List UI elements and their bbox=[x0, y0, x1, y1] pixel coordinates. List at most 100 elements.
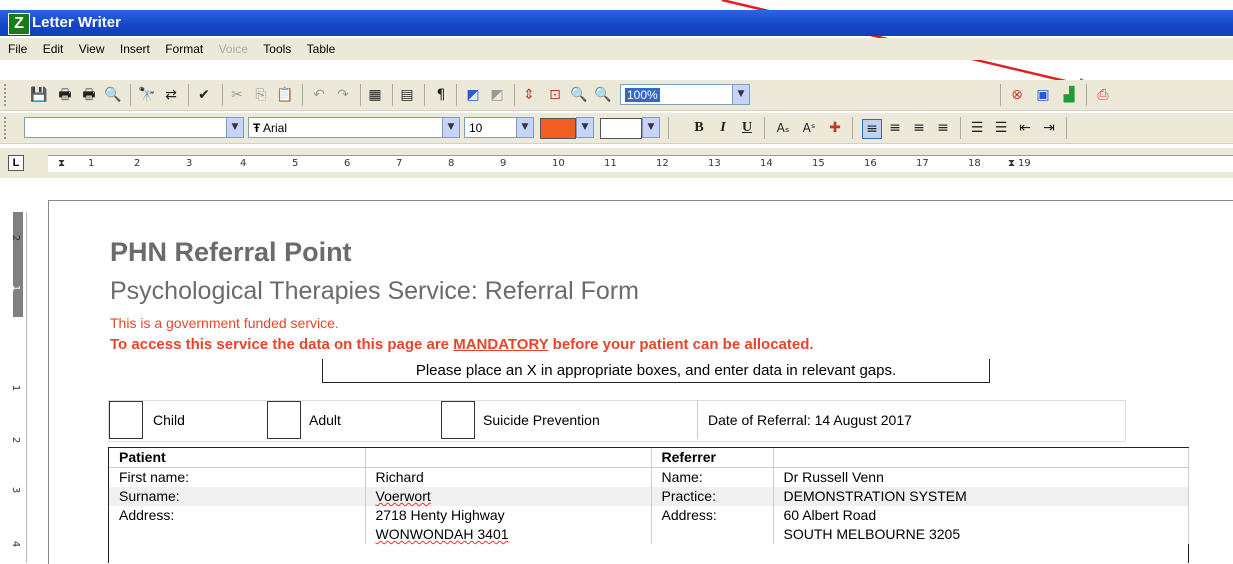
spellcheck-icon[interactable]: ✔ bbox=[195, 86, 213, 104]
highlight-icon[interactable]: ◩ bbox=[464, 86, 482, 104]
menu-format[interactable]: Format bbox=[165, 42, 203, 56]
ruler-number: 19 bbox=[1018, 158, 1031, 169]
save-icon[interactable]: 💾 bbox=[30, 86, 48, 104]
table-cell[interactable]: Voerwort bbox=[365, 487, 652, 506]
field-icon[interactable]: ▤ bbox=[398, 86, 416, 104]
zoom-out-icon[interactable]: 🔍 bbox=[594, 86, 612, 104]
menu-edit[interactable]: Edit bbox=[43, 42, 64, 56]
copy-icon[interactable]: ⎘ bbox=[252, 86, 270, 104]
patient-header: Patient bbox=[109, 448, 366, 468]
indent-marker-icon[interactable]: ⧗ bbox=[58, 158, 65, 170]
chevron-down-icon[interactable]: ▼ bbox=[442, 118, 459, 137]
toolbar-separator bbox=[764, 117, 765, 139]
print-preview-icon[interactable]: 🖶 bbox=[80, 86, 98, 104]
find-icon[interactable]: 🔭 bbox=[138, 86, 156, 104]
menu-table[interactable]: Table bbox=[307, 42, 336, 56]
ruler-strip: ⧗ 1 2 3 4 5 6 7 8 9 10 11 12 13 14 15 16… bbox=[48, 155, 1233, 172]
border-color-swatch[interactable] bbox=[600, 118, 642, 139]
checkbox-label: Suicide Prevention bbox=[483, 412, 600, 428]
ruler-number: 10 bbox=[552, 158, 565, 169]
formatting-toolbar: ▼ Ŧ Arial ▼ 10 ▼ ▼ ▼ B I U Aₛ Aˢ ✚ ≡ ≡ ≡… bbox=[0, 113, 1233, 144]
decrease-indent-icon[interactable]: ⇤ bbox=[1016, 119, 1034, 137]
table-cell bbox=[365, 448, 652, 468]
category-row: Child Adult Suicide Prevention Date of R… bbox=[108, 400, 1126, 442]
align-left-icon[interactable]: ≡ bbox=[862, 119, 882, 139]
table-cell[interactable]: DEMONSTRATION SYSTEM bbox=[773, 487, 1189, 506]
style-combo[interactable]: ▼ bbox=[24, 117, 244, 138]
contact-card-icon[interactable]: ▣ bbox=[1034, 86, 1052, 104]
menu-tools[interactable]: Tools bbox=[263, 42, 291, 56]
chevron-down-icon[interactable]: ▼ bbox=[226, 118, 243, 137]
date-of-referral[interactable]: Date of Referral: 14 August 2017 bbox=[697, 401, 1124, 439]
toolbar-grip[interactable] bbox=[4, 117, 9, 139]
table-cell[interactable]: Dr Russell Venn bbox=[773, 467, 1189, 487]
subscript-button[interactable]: Aₛ bbox=[772, 119, 794, 137]
menu-file[interactable]: File bbox=[8, 42, 27, 56]
mandatory-notice-pre: To access this service the data on this … bbox=[110, 336, 454, 353]
fit-icon[interactable]: ⊡ bbox=[546, 86, 564, 104]
table-cell[interactable]: Richard bbox=[365, 467, 652, 487]
table-cell: Address: bbox=[109, 506, 366, 544]
preview-icon[interactable]: 🔍 bbox=[104, 86, 122, 104]
ruler-number: 2 bbox=[134, 158, 141, 169]
vertical-ruler[interactable]: 2 1 1 2 3 4 bbox=[10, 212, 27, 563]
cut-icon[interactable]: ✂ bbox=[228, 86, 246, 104]
zoom-value: 100% bbox=[625, 88, 660, 102]
font-size-combo[interactable]: 10 ▼ bbox=[464, 117, 534, 138]
italic-button[interactable]: I bbox=[714, 119, 732, 137]
toolbar-separator bbox=[188, 84, 189, 106]
bold-button[interactable]: B bbox=[690, 119, 708, 137]
table-icon[interactable]: ▦ bbox=[366, 86, 384, 104]
table-cell[interactable]: 2718 Henty Highway WONWONDAH 3401 bbox=[365, 506, 652, 544]
strikethrough-icon[interactable]: ✚ bbox=[826, 119, 844, 137]
text-color-dropdown[interactable]: ▼ bbox=[576, 117, 594, 138]
table-cell[interactable]: 60 Albert Road SOUTH MELBOURNE 3205 bbox=[773, 506, 1189, 544]
table-row: Surname: Voerwort Practice: DEMONSTRATIO… bbox=[109, 487, 1189, 506]
chevron-down-icon[interactable]: ▼ bbox=[576, 118, 593, 137]
paste-icon[interactable]: 📋 bbox=[276, 86, 294, 104]
align-right-icon[interactable]: ≡ bbox=[910, 119, 928, 137]
toolbar-grip[interactable] bbox=[4, 84, 9, 106]
ruler-number: 7 bbox=[396, 158, 403, 169]
font-combo[interactable]: Ŧ Arial ▼ bbox=[248, 117, 460, 138]
checkbox-suicide-prevention[interactable] bbox=[441, 401, 475, 439]
checkbox-adult[interactable] bbox=[267, 401, 301, 439]
horizontal-ruler[interactable]: L ⧗ 1 2 3 4 5 6 7 8 9 10 11 12 13 14 15 … bbox=[0, 148, 1233, 178]
justify-icon[interactable]: ≡ bbox=[934, 119, 952, 137]
pilcrow-icon[interactable]: ¶ bbox=[432, 86, 450, 104]
chevron-down-icon[interactable]: ▼ bbox=[642, 118, 659, 137]
menu-view[interactable]: View bbox=[79, 42, 105, 56]
mandatory-notice-post: before your patient can be allocated. bbox=[548, 336, 814, 353]
underline-button[interactable]: U bbox=[738, 119, 756, 137]
toolbar-separator bbox=[514, 84, 515, 106]
chevron-down-icon[interactable]: ▼ bbox=[516, 118, 533, 137]
border-color-dropdown[interactable]: ▼ bbox=[642, 117, 660, 138]
table-cell: Surname: bbox=[109, 487, 366, 506]
zoom-combo[interactable]: 100% ▼ bbox=[620, 84, 750, 105]
zoom-in-icon[interactable]: 🔍 bbox=[570, 86, 588, 104]
numbered-list-icon[interactable]: ☰ bbox=[968, 119, 986, 137]
right-indent-marker-icon[interactable]: ⧗ bbox=[1008, 158, 1015, 170]
redo-icon[interactable]: ↷ bbox=[334, 86, 352, 104]
font-value: Arial bbox=[263, 121, 288, 135]
ruler-number: 16 bbox=[864, 158, 877, 169]
menu-bar: File Edit View Insert Format Voice Tools… bbox=[0, 38, 1233, 60]
text-color-swatch[interactable] bbox=[540, 118, 576, 139]
menu-insert[interactable]: Insert bbox=[120, 42, 150, 56]
increase-indent-icon[interactable]: ⇥ bbox=[1040, 119, 1058, 137]
tab-stop-selector[interactable]: L bbox=[8, 155, 24, 171]
align-center-icon[interactable]: ≡ bbox=[886, 119, 904, 137]
replace-icon[interactable]: ⇄ bbox=[162, 86, 180, 104]
print-icon[interactable]: 🖶 bbox=[56, 86, 74, 104]
pdf-icon[interactable]: ⎙ bbox=[1094, 86, 1112, 104]
ruler-number: 6 bbox=[344, 158, 351, 169]
page-icon[interactable]: ⇕ bbox=[520, 86, 538, 104]
close-doc-icon[interactable]: ⊗ bbox=[1008, 86, 1026, 104]
shading-icon[interactable]: ◩ bbox=[488, 86, 506, 104]
chevron-down-icon[interactable]: ▼ bbox=[732, 85, 749, 104]
checkbox-child[interactable] bbox=[109, 401, 143, 439]
superscript-button[interactable]: Aˢ bbox=[798, 119, 820, 137]
export-icon[interactable]: ▟ bbox=[1060, 86, 1078, 104]
undo-icon[interactable]: ↶ bbox=[310, 86, 328, 104]
bullet-list-icon[interactable]: ☰ bbox=[992, 119, 1010, 137]
